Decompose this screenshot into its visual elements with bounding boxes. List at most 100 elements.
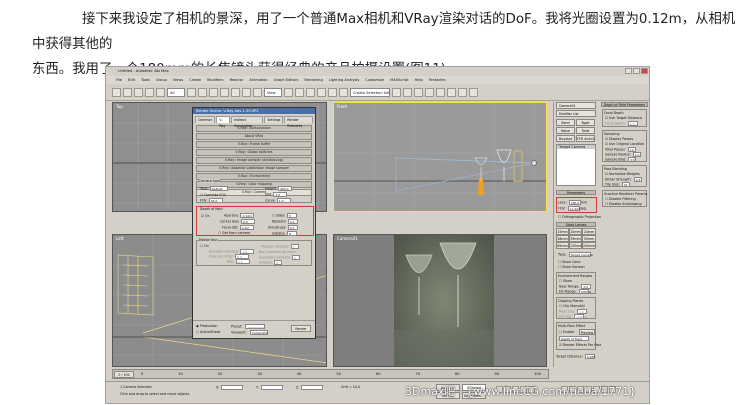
preset-dropdown[interactable]: --------------- [245,324,266,329]
preview-button[interactable]: Preview [579,329,595,335]
lens-spinner[interactable]: 180.0 [568,200,581,205]
tab-vray[interactable]: V-Ray [216,116,230,128]
aperture-spinner[interactable]: 0.12m [240,213,255,218]
timeline[interactable]: 0 / 100 0 10 20 30 40 50 60 70 80 90 100 [112,369,549,379]
mirror-icon[interactable] [392,87,401,97]
blur-particles-checkbox[interactable]: Blur particles as mesh [259,250,296,254]
sample-bias-spinner[interactable]: 0.5 [628,157,637,162]
window-crossing-icon[interactable] [220,87,229,97]
far-clip-spinner[interactable]: 1000.0 [574,314,587,319]
y-field[interactable] [260,385,283,390]
minimize-icon[interactable] [625,68,632,74]
target-distance-spinner[interactable]: 0.285 [584,354,595,359]
bend-button[interactable]: Bend [556,119,575,126]
render-setup-icon[interactable] [458,87,467,97]
select-icon[interactable] [187,87,196,97]
menu-help[interactable]: Help [415,78,423,82]
tab-common[interactable]: Common [195,116,216,123]
menu-views[interactable]: Views [173,78,183,82]
angle-snap-icon[interactable] [317,87,326,97]
quick-render-icon[interactable] [469,87,478,97]
schematic-view-icon[interactable] [436,87,445,97]
named-selection-set-field[interactable]: Create Selection Set [350,87,390,97]
activeshade-radio[interactable]: ○ ActiveShade [196,330,220,334]
stack-item[interactable]: Target Camera [557,145,595,149]
spinner-snap-icon[interactable] [339,87,348,97]
dither-spinner[interactable]: 0.4 [633,177,642,182]
menu-rendering[interactable]: Rendering [304,78,322,82]
link-icon[interactable] [134,87,143,97]
camera-type-dropdown[interactable]: Default [209,186,228,191]
use-target-checkbox[interactable]: Use Target Distance [609,116,642,120]
object-name-field[interactable]: Camera01 [556,102,596,109]
lens-20mm-button[interactable]: 20mm [569,228,582,235]
layer-manager-icon[interactable] [414,87,423,97]
dof-params-header[interactable]: Depth of Field Parameters [601,102,648,107]
selection-filter-dropdown[interactable]: All [167,87,185,97]
redo-icon[interactable] [123,87,132,97]
get-from-camera-checkbox[interactable]: Get from camera [222,231,250,235]
lens-85mm-button[interactable]: 85mm [556,242,569,249]
pivot-icon[interactable] [284,87,293,97]
show-horizon-checkbox[interactable]: Show Horizon [562,265,585,269]
lens-135mm-button[interactable]: 135mm [569,242,582,249]
modifier-stack[interactable]: Target Camera [556,144,596,186]
parameters-header[interactable]: Parameters [556,190,596,195]
time-slider[interactable]: 0 / 100 [114,371,134,378]
dof-subdivs-spinner[interactable]: 8 [286,231,297,236]
select-by-name-icon[interactable] [198,87,207,97]
lens-50mm-button[interactable]: 50mm [582,235,596,242]
ffd-button[interactable]: FFD 4x4x4 [576,135,595,142]
tab-indirect-illumination[interactable]: Indirect illumination [230,116,264,128]
tile-size-spinner[interactable]: 32 [621,182,630,187]
dist-spinner[interactable]: 2.0 [273,192,288,197]
menu-animation[interactable]: Animation [249,78,267,82]
menu-lighting-analysis[interactable]: Lighting Analysis [329,78,359,82]
viewport-front[interactable]: Front [333,102,547,212]
far-range-spinner[interactable]: 1000.0 [578,289,591,294]
production-radio[interactable]: ◉ Production [196,324,217,328]
x-field[interactable] [221,385,244,390]
curve-editor-icon[interactable] [425,87,434,97]
cam-type-dropdown[interactable]: Target Camera [568,252,593,257]
disable-aa-checkbox[interactable]: Disable Antialiasing [609,202,642,206]
close-icon[interactable] [641,68,648,74]
menu-tools[interactable]: Tools [141,78,150,82]
focal-depth-spinner[interactable]: 0.3 [627,121,638,126]
render-effects-checkbox[interactable]: Render Effects Per Pass [563,343,602,347]
normalize-checkbox[interactable]: Normalize Weights [609,172,640,176]
percent-snap-icon[interactable] [328,87,337,97]
move-icon[interactable] [231,87,240,97]
region-icon[interactable] [209,87,218,97]
tab-settings[interactable]: Settings [264,116,284,123]
rollout-global-switches[interactable]: V-Ray:: Global switches [196,149,312,156]
use-original-checkbox[interactable]: Use Original Location [609,142,644,146]
curve-spinner[interactable]: 1.0 [276,198,291,203]
lens-15mm-button[interactable]: 15mm [556,228,569,235]
fov-spinner[interactable]: 11.421 [567,206,580,211]
menu-file[interactable]: File [116,78,122,82]
rollout-about[interactable]: About VRay [196,133,312,140]
center-bias-spinner[interactable]: 0.0 [240,219,255,224]
scale-icon[interactable] [253,87,262,97]
clip-manually-checkbox[interactable]: Clip Manually [563,304,585,308]
anisotropy-spinner[interactable]: 0.0 [287,225,298,230]
menu-graph-editors[interactable]: Graph Editors [274,78,299,82]
prepass-spinner[interactable]: 1 [290,244,299,249]
override-fov-checkbox[interactable]: Override FOV [204,193,226,197]
effect-dropdown[interactable]: Depth of Field [559,336,589,341]
menu-modifiers[interactable]: Modifiers [207,78,223,82]
height-spinner[interactable]: 400.0 [277,186,292,191]
tab-render-elements[interactable]: Render Elements [284,116,313,128]
viewport-camera[interactable]: Camera01 [333,234,547,367]
menu-maxscript[interactable]: MAXScript [390,78,408,82]
mb-subdivs-spinner[interactable]: 6 [273,260,282,265]
bind-icon[interactable] [156,87,165,97]
z-field[interactable] [301,385,324,390]
menu-customize[interactable]: Customize [365,78,384,82]
viewport-dropdown[interactable]: Camera01 [249,330,268,335]
taper-button[interactable]: Taper [576,119,595,126]
material-editor-icon[interactable] [447,87,456,97]
focal-dist-spinner[interactable]: 0.2m [239,225,254,230]
sides-label[interactable]: Sides [276,214,285,218]
